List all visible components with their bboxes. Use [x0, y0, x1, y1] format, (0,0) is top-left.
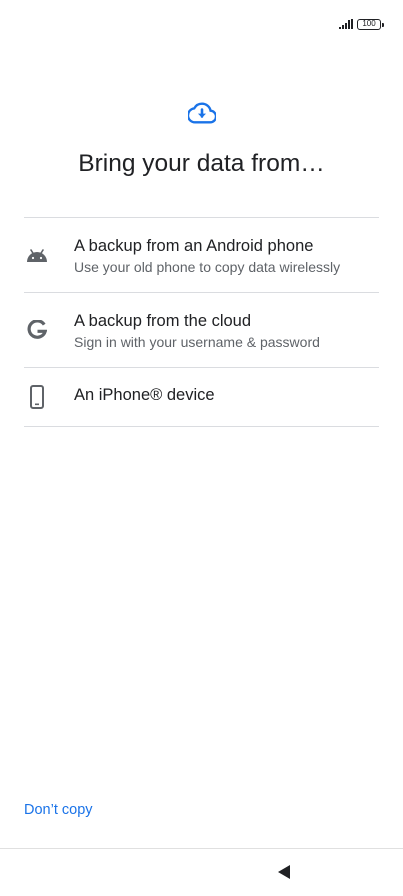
option-cloud-backup[interactable]: A backup from the cloud Sign in with you…: [24, 293, 379, 367]
cloud-download-icon: [186, 101, 217, 125]
option-android-backup[interactable]: A backup from an Android phone Use your …: [24, 218, 379, 292]
page-title: Bring your data from…: [78, 150, 325, 177]
phone-icon: [24, 385, 50, 409]
status-bar: 100: [339, 16, 384, 32]
option-iphone[interactable]: An iPhone® device: [24, 368, 379, 426]
google-g-icon: [24, 320, 50, 340]
back-triangle-icon[interactable]: [277, 864, 291, 880]
option-subtitle: Use your old phone to copy data wireless…: [74, 259, 341, 275]
battery-level: 100: [362, 19, 376, 28]
dont-copy-button[interactable]: Don’t copy: [24, 802, 93, 818]
nav-bar-divider: [0, 848, 403, 849]
option-title: A backup from the cloud: [74, 312, 252, 330]
option-title: A backup from an Android phone: [74, 237, 314, 255]
signal-bars-icon: [339, 19, 353, 29]
android-icon: [24, 246, 50, 264]
option-title: An iPhone® device: [74, 386, 215, 404]
option-subtitle: Sign in with your username & password: [74, 334, 320, 350]
battery-icon: 100: [357, 18, 384, 30]
divider: [24, 426, 379, 427]
